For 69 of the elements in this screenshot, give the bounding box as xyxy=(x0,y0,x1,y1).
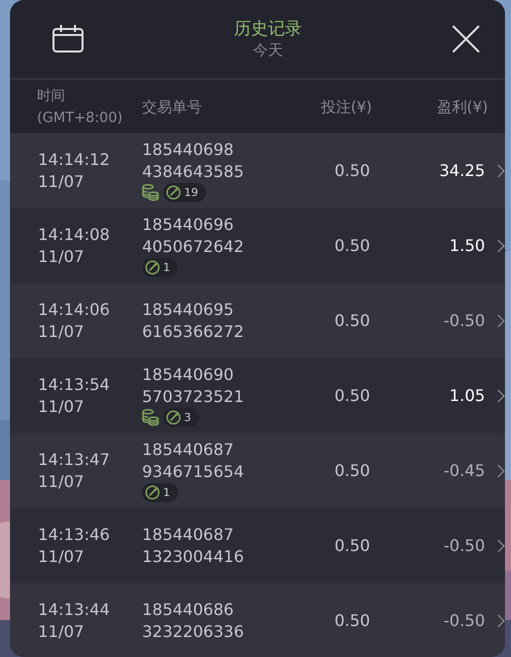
close-icon[interactable] xyxy=(452,25,480,53)
date-text: 11/07 xyxy=(38,246,86,268)
order-number: 4384643585 xyxy=(142,160,245,182)
profit-amount: 34.25 xyxy=(438,161,486,180)
date-text: 11/07 xyxy=(38,470,86,492)
spin-count-badge: 1 xyxy=(142,258,178,277)
dialog-title: 历史记录 xyxy=(234,18,302,40)
date-text: 11/07 xyxy=(38,396,86,418)
stake-amount: 0.50 xyxy=(333,236,370,255)
date-text: 11/07 xyxy=(38,320,86,342)
time-text: 14:13:44 xyxy=(38,598,111,620)
time-text: 14:13:47 xyxy=(38,448,111,470)
date-text: 11/07 xyxy=(38,546,86,568)
compass-icon xyxy=(145,485,160,500)
profit-amount: 1.50 xyxy=(448,236,486,255)
profit-amount: -0.50 xyxy=(442,536,486,555)
time-text: 14:13:54 xyxy=(38,374,111,396)
date-text: 11/07 xyxy=(38,170,86,192)
profit-amount: -0.45 xyxy=(442,461,486,480)
column-header: 投注(¥) xyxy=(320,96,372,118)
column-header: 盈利(¥) xyxy=(436,96,488,118)
column-header: 交易单号 xyxy=(142,96,203,118)
order-number: 4050672642 xyxy=(142,236,245,258)
order-number: 185440698 xyxy=(142,138,235,160)
time-text: 14:13:46 xyxy=(38,524,111,546)
calendar-icon[interactable] xyxy=(52,25,84,53)
profit-amount: -0.50 xyxy=(442,311,486,330)
order-number: 185440690 xyxy=(142,364,235,386)
order-number: 185440686 xyxy=(142,598,235,620)
stake-amount: 0.50 xyxy=(333,611,370,630)
order-number: 5703723521 xyxy=(142,386,245,408)
record-row[interactable]: 14:13:47 11/07 185440687 9346715654 1 0.50 -0.45 xyxy=(10,433,505,508)
order-number: 9346715654 xyxy=(142,460,245,482)
chevron-icon[interactable] xyxy=(497,464,505,478)
compass-icon xyxy=(145,260,160,275)
compass-icon xyxy=(166,410,182,425)
stake-amount: 0.50 xyxy=(333,311,370,330)
time-text: 14:14:08 xyxy=(38,224,111,246)
order-number: 185440687 xyxy=(142,438,235,460)
order-number: 1323004416 xyxy=(142,546,245,568)
time-text: 14:14:12 xyxy=(38,148,111,170)
profit-amount: 1.05 xyxy=(448,386,486,405)
record-row[interactable]: 14:14:06 11/07 185440695 6165366272 0.50 -0.50 xyxy=(10,283,505,358)
stake-amount: 0.50 xyxy=(333,536,370,555)
order-number: 185440695 xyxy=(142,298,235,320)
profit-amount: -0.50 xyxy=(442,611,486,630)
order-number: 3232206336 xyxy=(142,620,245,642)
stake-amount: 0.50 xyxy=(333,386,370,405)
record-row[interactable]: 14:14:12 11/07 185440698 4384643585 19 0.50 34.25 xyxy=(10,133,505,208)
chevron-icon[interactable] xyxy=(497,238,505,252)
chevron-icon[interactable] xyxy=(497,614,505,628)
time-text: 14:14:06 xyxy=(38,298,111,320)
date-filter: 今天 xyxy=(253,40,283,60)
stake-amount: 0.50 xyxy=(333,461,370,480)
order-number: 185440687 xyxy=(142,524,235,546)
column-header: 时间 (GMT+8:00) xyxy=(36,86,124,128)
chevron-icon[interactable] xyxy=(497,388,505,402)
stake-amount: 0.50 xyxy=(333,161,370,180)
order-number: 185440696 xyxy=(142,214,235,236)
spin-count-badge: 19 xyxy=(163,183,206,202)
spin-count-badge: 3 xyxy=(163,408,200,427)
order-number: 6165366272 xyxy=(142,320,245,342)
chevron-icon[interactable] xyxy=(497,538,505,552)
compass-icon xyxy=(166,185,182,200)
chevron-icon[interactable] xyxy=(497,164,505,178)
date-text: 11/07 xyxy=(38,620,86,642)
record-row[interactable]: 14:13:44 11/07 185440686 3232206336 0.50 -0.50 xyxy=(10,583,505,657)
spin-count-badge: 1 xyxy=(142,483,178,502)
chevron-icon[interactable] xyxy=(497,314,505,328)
